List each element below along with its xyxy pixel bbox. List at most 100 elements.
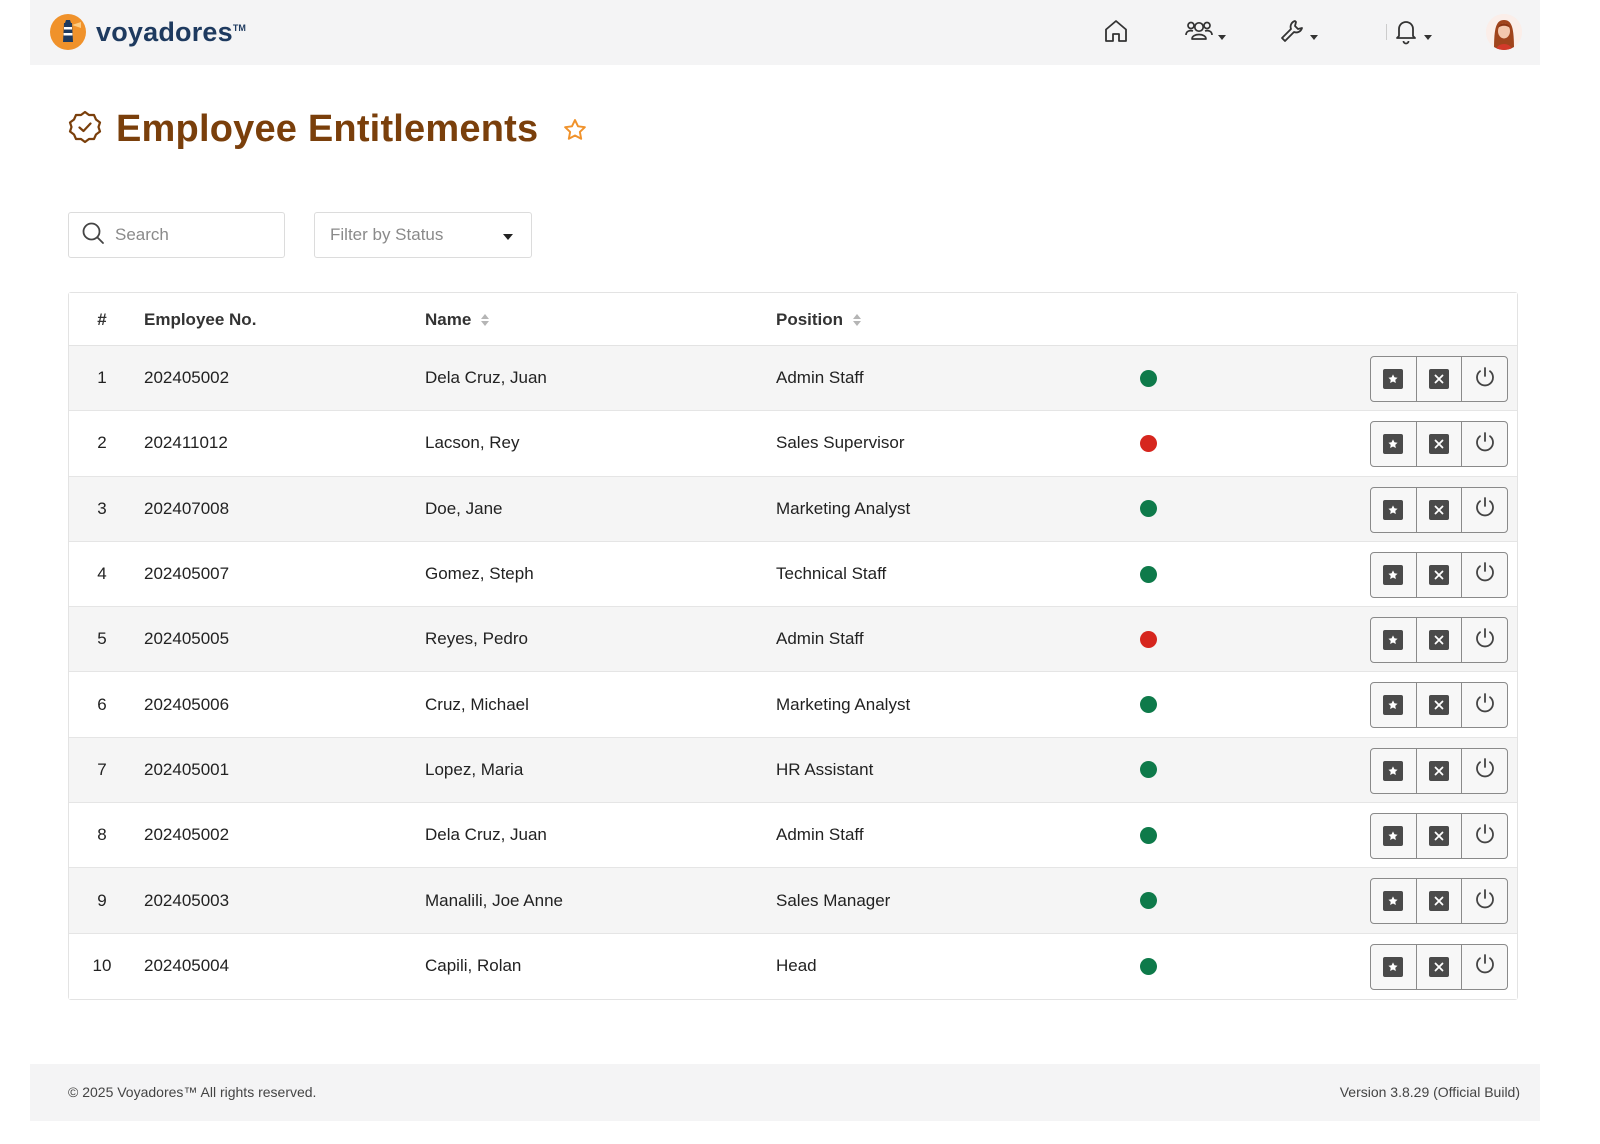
remove-button[interactable] [1415, 944, 1462, 989]
logo-icon [50, 14, 86, 50]
favorite-star-icon[interactable] [562, 117, 588, 143]
toggle-power-button[interactable] [1461, 683, 1507, 728]
toggle-power-button[interactable] [1461, 748, 1507, 793]
employee-position: Admin Staff [776, 368, 864, 388]
employee-no: 202405001 [144, 759, 230, 779]
row-number: 5 [97, 629, 107, 649]
entitle-button[interactable] [1371, 749, 1416, 793]
remove-button[interactable] [1415, 748, 1462, 793]
entitle-button[interactable] [1371, 553, 1416, 597]
remove-button[interactable] [1415, 879, 1462, 924]
power-icon [1473, 756, 1497, 785]
status-indicator [1140, 607, 1157, 671]
employee-position: Admin Staff [776, 629, 864, 649]
toggle-power-button[interactable] [1461, 814, 1507, 859]
close-icon [1429, 760, 1449, 781]
status-filter-dropdown[interactable]: Filter by Status [314, 212, 532, 258]
employee-position: Sales Supervisor [776, 433, 905, 453]
column-header-name[interactable]: Name [425, 293, 490, 346]
employee-no: 202405006 [144, 694, 230, 714]
sort-icon[interactable] [853, 313, 862, 326]
employee-position: Marketing Analyst [776, 498, 911, 518]
home-button[interactable] [1102, 17, 1130, 49]
status-indicator [1140, 542, 1157, 606]
entitle-button[interactable] [1371, 945, 1416, 989]
table-row: 8 202405002 Dela Cruz, Juan Admin Staff [69, 803, 1517, 869]
users-menu-button[interactable] [1184, 17, 1226, 49]
page-title: Employee Entitlements [116, 108, 539, 150]
toggle-power-button[interactable] [1461, 552, 1507, 597]
close-icon [1429, 695, 1449, 716]
toggle-power-button[interactable] [1461, 357, 1507, 401]
table-row: 2 202411012 Lacson, Rey Sales Supervisor [69, 411, 1517, 477]
row-number: 10 [92, 956, 112, 976]
remove-button[interactable] [1415, 814, 1462, 859]
status-indicator [1140, 738, 1157, 802]
row-actions [1370, 356, 1508, 402]
column-header-number: # [97, 309, 107, 329]
chevron-down-icon [503, 234, 513, 240]
entitle-button[interactable] [1371, 618, 1416, 662]
brand-logo[interactable]: voyadores TM [50, 14, 246, 50]
toggle-power-button[interactable] [1461, 879, 1507, 924]
search-input[interactable] [115, 225, 265, 245]
remove-button[interactable] [1415, 552, 1462, 597]
entitle-button[interactable] [1371, 357, 1416, 401]
remove-button[interactable] [1415, 683, 1462, 728]
power-icon [1473, 691, 1497, 720]
column-header-employee-no: Employee No. [144, 293, 256, 346]
table-row: 3 202407008 Doe, Jane Marketing Analyst [69, 476, 1517, 542]
search-field[interactable] [68, 212, 285, 258]
remove-button[interactable] [1415, 618, 1462, 663]
sort-icon[interactable] [481, 313, 490, 326]
user-avatar[interactable] [1486, 14, 1522, 50]
toggle-power-button[interactable] [1461, 618, 1507, 663]
status-indicator [1140, 411, 1157, 475]
column-header-position[interactable]: Position [776, 293, 862, 346]
star-icon [1383, 630, 1404, 651]
entitle-button[interactable] [1371, 879, 1416, 923]
row-number: 3 [97, 498, 107, 518]
row-actions [1370, 943, 1508, 990]
version-text: Version 3.8.29 (Official Build) [1339, 1084, 1520, 1100]
status-indicator [1140, 868, 1157, 932]
remove-button[interactable] [1415, 357, 1462, 401]
toggle-power-button[interactable] [1461, 487, 1507, 532]
entitle-button[interactable] [1371, 814, 1416, 858]
row-number: 6 [97, 694, 107, 714]
employee-name: Dela Cruz, Juan [425, 368, 547, 388]
top-navbar: voyadores TM [30, 0, 1540, 65]
entitle-button[interactable] [1371, 422, 1416, 466]
chevron-down-icon [1310, 34, 1318, 40]
power-icon [1473, 626, 1497, 655]
star-icon [1383, 826, 1404, 847]
employee-position: Technical Staff [776, 564, 887, 584]
toggle-power-button[interactable] [1461, 944, 1507, 989]
tools-menu-button[interactable] [1278, 17, 1318, 49]
bell-icon [1392, 17, 1420, 50]
power-icon [1473, 887, 1497, 916]
remove-button[interactable] [1415, 487, 1462, 532]
table-row: 6 202405006 Cruz, Michael Marketing Analyst [69, 672, 1517, 738]
status-indicator [1140, 477, 1157, 541]
row-number: 9 [97, 890, 107, 910]
notifications-button[interactable] [1392, 17, 1432, 49]
status-dot [1140, 761, 1157, 779]
chevron-down-icon [1218, 34, 1226, 40]
remove-button[interactable] [1415, 422, 1462, 467]
table-row: 1 202405002 Dela Cruz, Juan Admin Staff [69, 346, 1517, 412]
power-icon [1473, 560, 1497, 589]
toggle-power-button[interactable] [1461, 422, 1507, 467]
employee-name: Lacson, Rey [425, 433, 520, 453]
employee-name: Manalili, Joe Anne [425, 890, 563, 910]
employee-name: Dela Cruz, Juan [425, 825, 547, 845]
row-actions [1370, 878, 1508, 925]
employee-no: 202405007 [144, 564, 230, 584]
entitle-button[interactable] [1371, 488, 1416, 532]
verified-badge-icon [68, 110, 102, 149]
table-row: 7 202405001 Lopez, Maria HR Assistant [69, 737, 1517, 804]
entitle-button[interactable] [1371, 683, 1416, 727]
status-dot [1140, 630, 1157, 648]
close-icon [1429, 434, 1449, 455]
status-dot [1140, 957, 1157, 975]
